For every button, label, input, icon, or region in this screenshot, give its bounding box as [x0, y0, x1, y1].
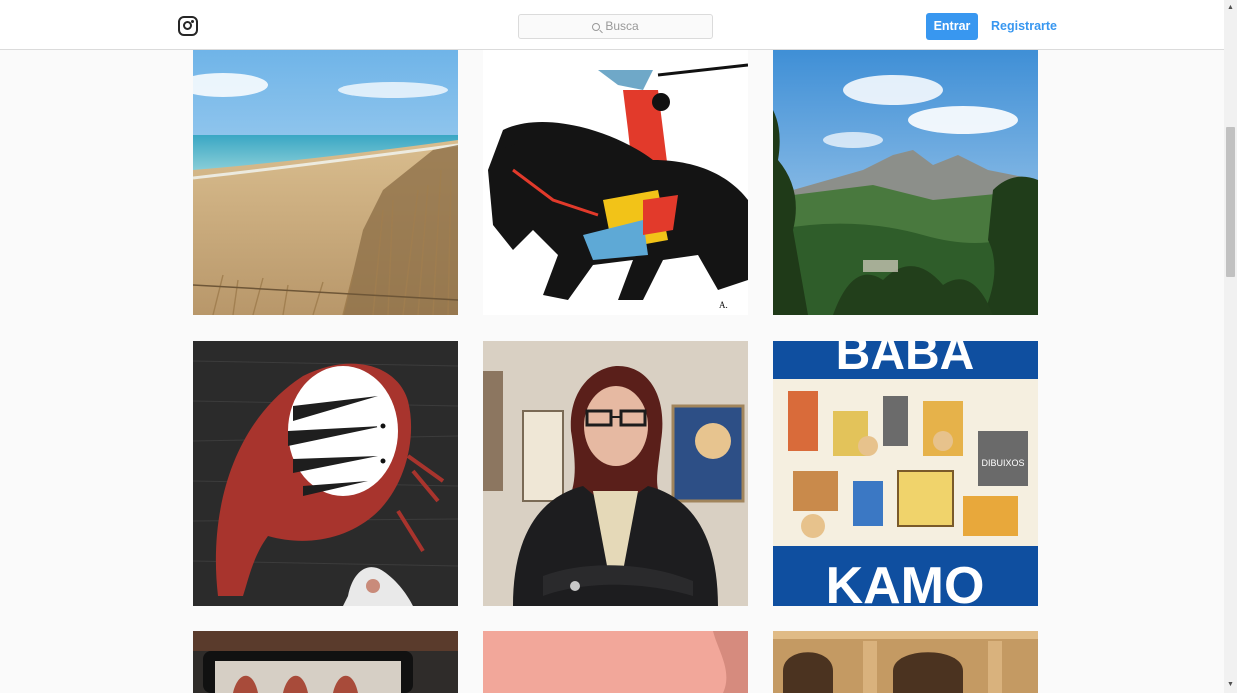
camera-flash-dot — [191, 19, 194, 23]
woman-portrait-image — [483, 341, 748, 606]
page: Busca Entrar Registrarte A. BABA KAMO DI… — [0, 0, 1237, 693]
poster-inner-text: DIBUIXOS — [981, 458, 1024, 468]
pink-wall-image — [483, 631, 748, 693]
instagram-camera-icon[interactable] — [178, 16, 198, 36]
post-thumbnail-arches[interactable] — [773, 631, 1038, 693]
post-thumbnail-baba-kamo[interactable]: BABA KAMO DIBUIXOS — [773, 341, 1038, 606]
scroll-down-arrow-icon[interactable]: ▼ — [1224, 677, 1237, 693]
mountain-landscape-image — [773, 50, 1038, 315]
post-thumbnail-portrait[interactable] — [483, 341, 748, 606]
poster-top-text: BABA — [836, 341, 975, 380]
scrollbar-thumb[interactable] — [1226, 127, 1235, 277]
stone-arches-image — [773, 631, 1038, 693]
post-thumbnail-pink-wall[interactable] — [483, 631, 748, 693]
post-thumbnail-monster[interactable] — [193, 341, 458, 606]
login-button[interactable]: Entrar — [926, 13, 978, 40]
post-thumbnail-tablet[interactable] — [193, 631, 458, 693]
search-placeholder: Busca — [605, 19, 639, 33]
red-monster-illustration — [193, 341, 458, 606]
post-thumbnail-horseman[interactable]: A. — [483, 50, 748, 315]
tablet-image — [193, 631, 458, 693]
signup-link[interactable]: Registrarte — [991, 13, 1057, 40]
post-thumbnail-beach[interactable] — [193, 50, 458, 315]
vertical-scrollbar[interactable]: ▲ ▼ — [1224, 0, 1237, 693]
svg-text:A.: A. — [719, 300, 728, 310]
search-icon — [592, 23, 601, 31]
post-thumbnail-mountains[interactable] — [773, 50, 1038, 315]
baba-kamo-poster: BABA KAMO DIBUIXOS — [773, 341, 1038, 606]
poster-bottom-text: KAMO — [826, 557, 985, 606]
top-navigation-bar: Busca Entrar Registrarte — [0, 0, 1224, 50]
scroll-up-arrow-icon[interactable]: ▲ — [1224, 0, 1237, 16]
horseman-illustration: A. — [483, 50, 748, 315]
search-input[interactable]: Busca — [518, 14, 713, 39]
beach-dunes-image — [193, 50, 458, 315]
